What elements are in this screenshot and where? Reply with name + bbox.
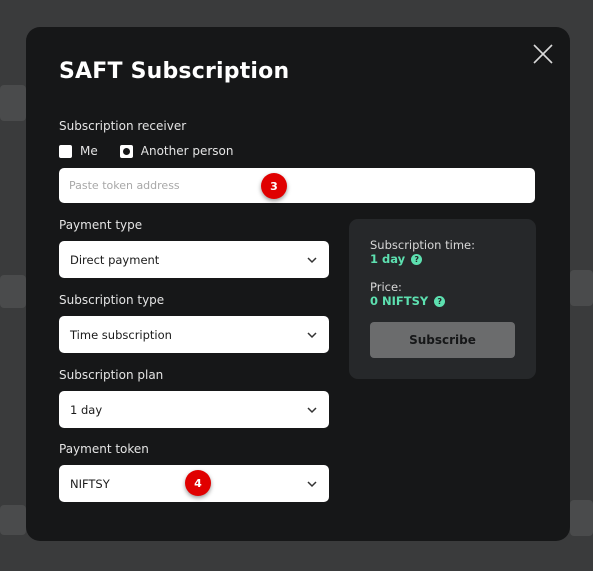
checkbox-me-label: Me bbox=[80, 144, 98, 158]
close-button[interactable] bbox=[532, 43, 554, 65]
price-text: 0 NIFTSY bbox=[370, 294, 429, 308]
checkbox-another-person-label: Another person bbox=[140, 144, 234, 158]
subscription-time-text: 1 day bbox=[370, 252, 406, 266]
question-icon[interactable]: ? bbox=[411, 253, 423, 265]
payment-type-value: Direct payment bbox=[70, 252, 160, 267]
subscription-plan-value: 1 day bbox=[70, 402, 103, 417]
bg-input bbox=[0, 85, 26, 121]
chevron-down-icon bbox=[307, 331, 317, 338]
checkbox-me[interactable] bbox=[59, 144, 72, 158]
bg-input bbox=[570, 270, 593, 306]
subscription-type-label: Subscription type bbox=[59, 293, 165, 307]
payment-type-label: Payment type bbox=[59, 218, 143, 232]
subscription-time-label: Subscription time: bbox=[370, 238, 475, 252]
step-badge-4: 4 bbox=[185, 470, 211, 496]
payment-type-select[interactable]: Direct payment bbox=[59, 241, 329, 278]
subscription-time-value: 1 day ? bbox=[370, 252, 423, 266]
chevron-down-icon bbox=[307, 406, 317, 413]
question-icon[interactable]: ? bbox=[434, 295, 446, 307]
chevron-down-icon bbox=[307, 480, 317, 487]
subscription-type-select[interactable]: Time subscription bbox=[59, 316, 329, 353]
subscription-plan-label: Subscription plan bbox=[59, 368, 164, 382]
subscribe-button[interactable]: Subscribe bbox=[370, 322, 515, 358]
bg-input bbox=[0, 275, 26, 308]
subscription-plan-select[interactable]: 1 day bbox=[59, 391, 329, 428]
subscription-summary-panel: Subscription time: 1 day ? Price: 0 NIFT… bbox=[349, 219, 536, 379]
price-value: 0 NIFTSY ? bbox=[370, 294, 446, 308]
token-address-input[interactable] bbox=[59, 168, 535, 203]
payment-token-label: Payment token bbox=[59, 442, 149, 456]
step-badge-3: 3 bbox=[261, 173, 287, 199]
bg-input bbox=[570, 500, 593, 536]
checkbox-another-person[interactable] bbox=[119, 144, 133, 158]
payment-token-value: NIFTSY bbox=[70, 476, 110, 491]
chevron-down-icon bbox=[307, 256, 317, 263]
bg-input bbox=[0, 505, 26, 535]
subscription-type-value: Time subscription bbox=[70, 327, 172, 342]
receiver-label: Subscription receiver bbox=[59, 119, 187, 133]
modal-title: SAFT Subscription bbox=[59, 59, 290, 84]
close-icon bbox=[533, 44, 553, 64]
saft-subscription-modal: SAFT Subscription Subscription receiver … bbox=[26, 27, 570, 541]
receiver-options: Me Another person bbox=[59, 144, 255, 158]
price-label: Price: bbox=[370, 280, 402, 294]
